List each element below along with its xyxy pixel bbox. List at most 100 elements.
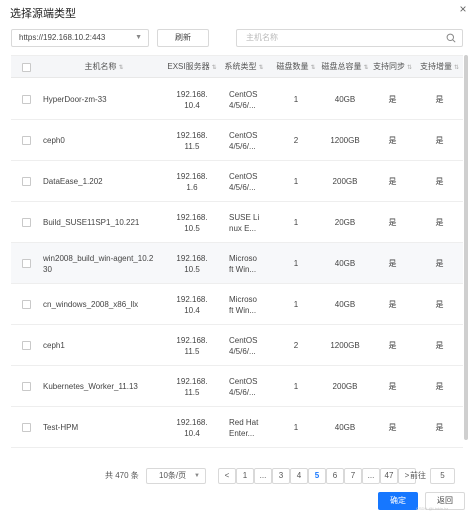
- cell-server: 192.168. 10.5: [176, 253, 208, 274]
- confirm-button[interactable]: 确定: [378, 492, 418, 510]
- cell-server: 192.168. 11.5: [176, 130, 208, 151]
- page-button-3[interactable]: 3: [272, 468, 290, 484]
- row-checkbox[interactable]: [22, 95, 31, 104]
- page-size-select[interactable]: 10条/页 ▼: [146, 468, 206, 484]
- cell-os: CentOS 4/5/6/...: [229, 89, 258, 110]
- page-ellipsis[interactable]: ...: [254, 468, 272, 484]
- cell-disk-count: 2: [293, 341, 299, 350]
- cell-sync: 是: [388, 341, 397, 350]
- sort-icon: ⇅: [258, 65, 264, 71]
- prev-page-button[interactable]: <: [218, 468, 236, 484]
- cell-host-name: Build_SUSE11SP1_10.221: [43, 218, 140, 227]
- cell-host-name: cn_windows_2008_x86_llx: [43, 300, 139, 309]
- cell-sync: 是: [388, 177, 397, 186]
- column-header-capacity[interactable]: 磁盘总容量 ⇅: [321, 56, 369, 78]
- sort-icon: ⇅: [453, 65, 460, 71]
- cell-disk-count: 1: [293, 95, 299, 104]
- column-header-sync[interactable]: 支持同步 ⇅: [369, 56, 416, 78]
- cell-server: 192.168. 11.5: [176, 335, 208, 356]
- cell-capacity: 20GB: [334, 218, 356, 227]
- table-scrollbar[interactable]: [464, 55, 468, 440]
- row-checkbox[interactable]: [22, 177, 31, 186]
- cell-sync: 是: [388, 218, 397, 227]
- table-row[interactable]: DataEase_1.202 192.168. 1.6 CentOS 4/5/6/.…: [11, 161, 463, 202]
- cell-host-name: ceph0: [43, 136, 65, 145]
- goto-label: 前往: [410, 471, 426, 480]
- table-row[interactable]: ceph1 192.168. 11.5 CentOS 4/5/6/... 2 1200G…: [11, 325, 463, 366]
- cell-host-name: Test-HPM: [43, 423, 79, 432]
- row-checkbox[interactable]: [22, 300, 31, 309]
- cell-capacity: 40GB: [334, 300, 356, 309]
- cell-capacity: 1200GB: [330, 136, 360, 145]
- cell-incremental: 是: [435, 382, 444, 391]
- column-header-incremental[interactable]: 支持增量 ⇅: [416, 56, 463, 78]
- row-checkbox[interactable]: [22, 259, 31, 268]
- page-ellipsis[interactable]: ...: [362, 468, 380, 484]
- cell-incremental: 是: [435, 423, 444, 432]
- sort-icon: ⇅: [118, 65, 124, 71]
- cell-incremental: 是: [435, 177, 444, 186]
- search-input[interactable]: 主机名称: [236, 29, 463, 47]
- page-button-1[interactable]: 1: [236, 468, 254, 484]
- table-row[interactable]: Test-HPM 192.168. 10.4 Red Hat Enter... 1 40…: [11, 407, 463, 448]
- close-icon[interactable]: ×: [457, 3, 469, 15]
- cell-host-name: ceph1: [43, 341, 65, 350]
- cell-disk-count: 1: [293, 382, 299, 391]
- cell-disk-count: 2: [293, 136, 299, 145]
- cell-os: Microso ft Win...: [229, 294, 258, 315]
- cell-server: 192.168. 10.5: [176, 212, 208, 233]
- cell-capacity: 40GB: [334, 423, 356, 432]
- cell-os: Microso ft Win...: [229, 253, 258, 274]
- page-button-47[interactable]: 47: [380, 468, 398, 484]
- row-checkbox[interactable]: [22, 136, 31, 145]
- cell-capacity: 200GB: [332, 177, 358, 186]
- column-header-os[interactable]: 系统类型 ⇅: [217, 56, 271, 78]
- row-checkbox[interactable]: [22, 218, 31, 227]
- goto-page-input[interactable]: 5: [430, 468, 455, 484]
- column-header-disks[interactable]: 磁盘数量 ⇅: [271, 56, 321, 78]
- sort-icon: ⇅: [406, 65, 413, 71]
- column-header-name[interactable]: 主机名称 ⇅: [41, 56, 167, 78]
- row-checkbox[interactable]: [22, 423, 31, 432]
- search-icon[interactable]: [446, 33, 456, 43]
- sort-icon: ⇅: [211, 65, 217, 71]
- cell-capacity: 40GB: [334, 95, 356, 104]
- cell-server: 192.168. 11.5: [176, 376, 208, 397]
- cell-capacity: 200GB: [332, 382, 358, 391]
- page-button-7[interactable]: 7: [344, 468, 362, 484]
- dialog-title: 选择源端类型: [10, 8, 76, 20]
- sort-icon: ⇅: [310, 65, 316, 71]
- table-row[interactable]: Build_SUSE11SP1_10.221 192.168. 10.5 SUSE …: [11, 202, 463, 243]
- cell-incremental: 是: [435, 136, 444, 145]
- row-checkbox[interactable]: [22, 341, 31, 350]
- page-button-4[interactable]: 4: [290, 468, 308, 484]
- cell-sync: 是: [388, 300, 397, 309]
- table-header: 主机名称 ⇅ EXSI服务器 ⇅ 系统类型 ⇅ 磁盘数量 ⇅ 磁盘总容量 ⇅ 支持同步 ⇅ …: [11, 56, 463, 78]
- cell-capacity: 1200GB: [330, 341, 360, 350]
- cell-sync: 是: [388, 95, 397, 104]
- table-row[interactable]: ceph0 192.168. 11.5 CentOS 4/5/6/... 2 1200G…: [11, 120, 463, 161]
- column-header-server[interactable]: EXSI服务器 ⇅: [167, 56, 217, 78]
- table-row[interactable]: HyperDoor-zm-33 192.168. 10.4 CentOS 4/5/6…: [11, 79, 463, 120]
- cell-sync: 是: [388, 382, 397, 391]
- page-button-6[interactable]: 6: [326, 468, 344, 484]
- select-source-dialog: 选择源端类型 × https://192.168.10.2:443 ▼ 刷新 主…: [0, 0, 474, 518]
- address-select[interactable]: https://192.168.10.2:443 ▼: [11, 29, 149, 47]
- refresh-button[interactable]: 刷新: [157, 29, 209, 47]
- page-button-5[interactable]: 5: [308, 468, 326, 484]
- chevron-down-icon: ▼: [194, 473, 200, 479]
- cell-sync: 是: [388, 423, 397, 432]
- cell-host-name: HyperDoor-zm-33: [43, 95, 107, 104]
- row-checkbox[interactable]: [22, 382, 31, 391]
- cell-disk-count: 1: [293, 218, 299, 227]
- select-all-checkbox[interactable]: [22, 63, 31, 72]
- host-table: 主机名称 ⇅ EXSI服务器 ⇅ 系统类型 ⇅ 磁盘数量 ⇅ 磁盘总容量 ⇅ 支持同步 ⇅ …: [11, 55, 463, 462]
- cell-os: CentOS 4/5/6/...: [229, 376, 258, 397]
- table-row[interactable]: win2008_build_win-agent_10.2 30 192.168. …: [11, 243, 463, 284]
- page-size-value: 10条/页: [159, 471, 187, 480]
- table-row[interactable]: Kubernetes_Worker_11.13 192.168. 11.5 Cent…: [11, 366, 463, 407]
- chevron-down-icon: ▼: [135, 34, 142, 41]
- cell-host-name: Kubernetes_Worker_11.13: [43, 382, 138, 391]
- cell-os: CentOS 4/5/6/...: [229, 130, 258, 151]
- table-row[interactable]: cn_windows_2008_x86_llx 192.168. 10.4 Micr…: [11, 284, 463, 325]
